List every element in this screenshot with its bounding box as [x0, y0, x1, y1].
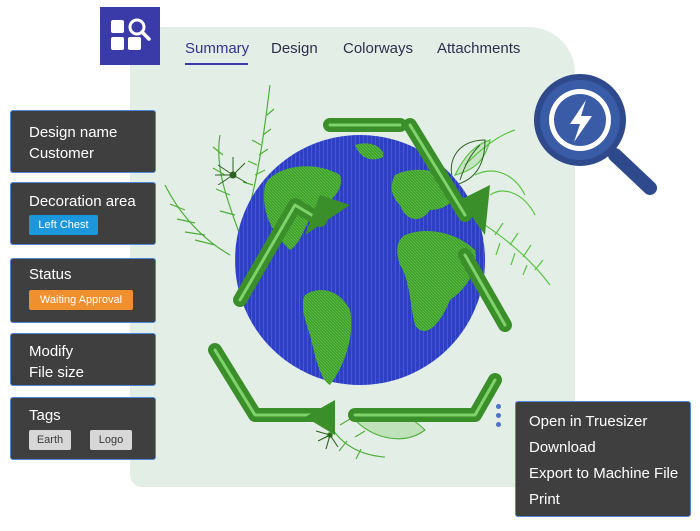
tab-attachments[interactable]: Attachments	[437, 40, 520, 57]
decoration-area-badge[interactable]: Left Chest	[29, 215, 98, 235]
status-card: Status Waiting Approval	[10, 258, 156, 323]
tab-design[interactable]: Design	[271, 40, 318, 57]
modify-card: Modify File size	[10, 333, 156, 386]
tags-title: Tags	[29, 407, 61, 424]
status-badge[interactable]: Waiting Approval	[29, 290, 133, 310]
file-size-label: File size	[29, 364, 85, 381]
design-name-label: Design name	[29, 124, 118, 141]
app-logo[interactable]	[100, 7, 160, 65]
tag-earth[interactable]: Earth	[29, 430, 71, 450]
design-info-card: Design name Customer	[10, 110, 156, 173]
modify-title: Modify	[29, 343, 74, 360]
more-options-button[interactable]	[493, 404, 503, 434]
decoration-area-card: Decoration area Left Chest	[10, 182, 156, 245]
status-title: Status	[29, 266, 72, 283]
menu-item-print[interactable]: Print	[529, 491, 560, 508]
menu-item-open-in-truesizer[interactable]: Open in Truesizer	[529, 413, 647, 430]
menu-item-export-to-machine-file[interactable]: Export to Machine File	[529, 465, 678, 482]
app-grid-search-icon	[111, 18, 151, 50]
tags-card: Tags Earth Logo	[10, 397, 156, 460]
active-tab-indicator	[185, 63, 248, 65]
customer-label: Customer	[29, 145, 95, 162]
kebab-menu-icon	[495, 404, 501, 409]
menu-item-download[interactable]: Download	[529, 439, 596, 456]
context-menu: Open in Truesizer Download Export to Mac…	[515, 401, 691, 517]
kebab-dot	[495, 422, 501, 427]
tag-logo[interactable]: Logo	[90, 430, 132, 450]
embroidery-design-preview	[164, 85, 551, 460]
tab-summary[interactable]: Summary	[185, 40, 249, 57]
tab-colorways[interactable]: Colorways	[343, 40, 413, 57]
decoration-area-title: Decoration area	[29, 193, 136, 210]
kebab-dot	[495, 413, 501, 418]
lightning-search-icon	[534, 74, 657, 195]
